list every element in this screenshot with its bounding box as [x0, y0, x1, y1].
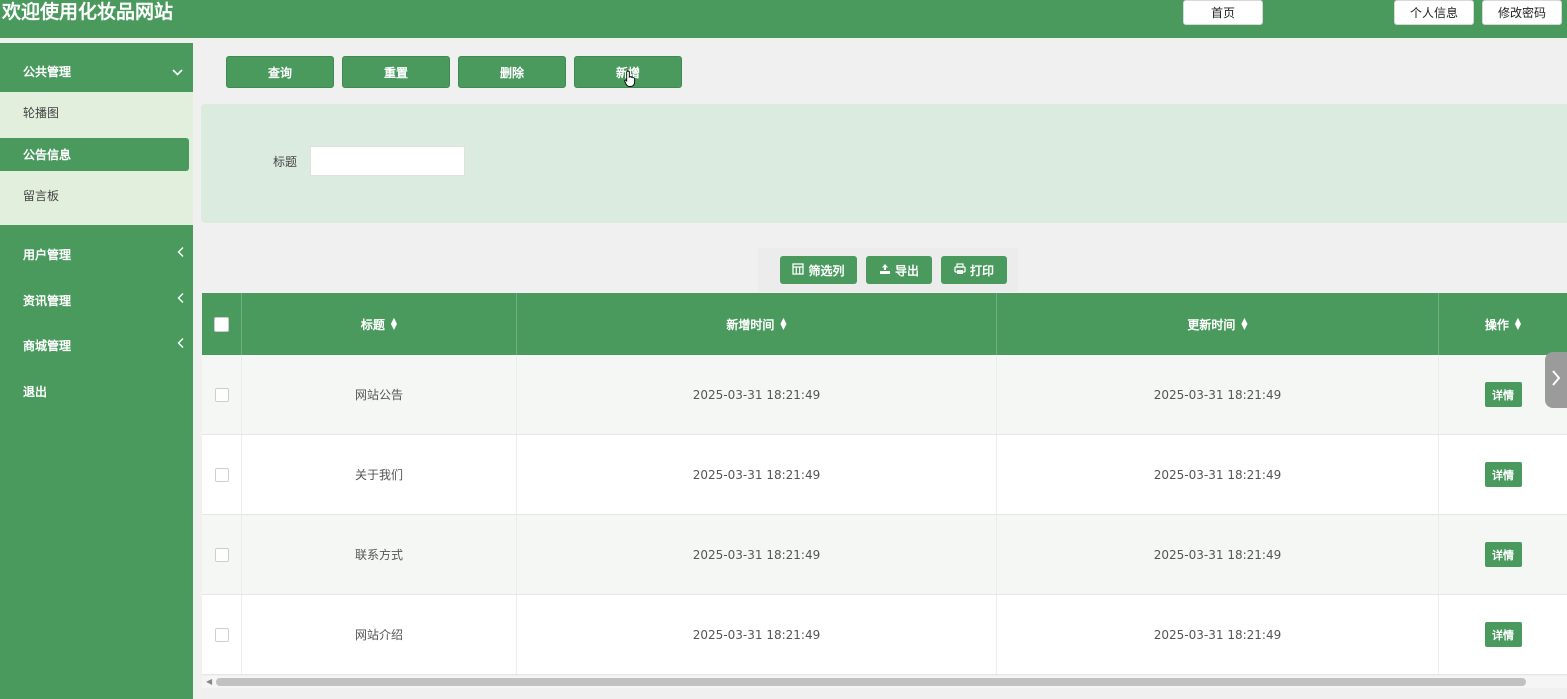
chevron-left-icon [177, 338, 184, 353]
sidebar-item-users[interactable]: 用户管理 [0, 234, 193, 274]
row-select-cell [202, 595, 242, 674]
sidebar-item-carousel[interactable]: 轮播图 [0, 96, 189, 129]
row-select-cell [202, 355, 242, 434]
sort-icon: ▲ ▼ [390, 316, 398, 331]
column-header-title[interactable]: 标题 ▲ ▼ [242, 293, 517, 355]
sidebar-item-label: 退出 [23, 384, 48, 399]
print-icon [954, 262, 966, 278]
change-password-button[interactable]: 修改密码 [1482, 0, 1562, 25]
query-button[interactable]: 查询 [226, 56, 334, 88]
filter-columns-label: 筛选列 [808, 263, 845, 278]
sidebar-group-public[interactable]: 公共管理 [0, 47, 193, 96]
sort-icon: ▲ ▼ [780, 316, 787, 331]
row-checkbox[interactable] [214, 387, 229, 402]
reset-button[interactable]: 重置 [342, 56, 450, 88]
row-select-cell [202, 515, 242, 594]
row-action-cell: 详情 [1439, 515, 1567, 594]
sidebar-item-news[interactable]: 资讯管理 [0, 280, 193, 320]
sidebar-item-label: 资讯管理 [23, 293, 72, 308]
horizontal-scrollbar[interactable]: ◀ [202, 676, 1567, 688]
row-updated: 2025-03-31 18:21:49 [997, 435, 1439, 514]
table-row: 网站介绍 2025-03-31 18:21:49 2025-03-31 18:2… [202, 595, 1567, 675]
chevron-left-icon [177, 293, 184, 308]
column-header-action[interactable]: 操作 ▲ ▼ [1439, 293, 1567, 355]
home-button[interactable]: 首页 [1183, 0, 1263, 25]
row-updated: 2025-03-31 18:21:49 [997, 355, 1439, 434]
row-action-cell: 详情 [1439, 595, 1567, 674]
title-search-label: 标题 [273, 155, 298, 169]
sidebar-item-label: 用户管理 [23, 247, 72, 262]
row-title: 网站介绍 [242, 595, 517, 674]
sidebar-item-announcements[interactable]: 公告信息 [0, 138, 189, 171]
print-button[interactable]: 打印 [941, 256, 1007, 284]
row-created: 2025-03-31 18:21:49 [517, 595, 997, 674]
sidebar-item-logout[interactable]: 退出 [0, 371, 193, 411]
print-label: 打印 [969, 263, 994, 278]
scroll-left-icon[interactable]: ◀ [206, 676, 212, 688]
top-header: 欢迎使用化妆品网站 首页 个人信息 修改密码 [0, 0, 1567, 38]
row-title: 关于我们 [242, 435, 517, 514]
export-label: 导出 [894, 263, 919, 278]
row-title: 联系方式 [242, 515, 517, 594]
select-all-checkbox[interactable] [214, 316, 229, 332]
sort-icon: ▲ ▼ [1514, 316, 1522, 331]
sidebar-item-message-board[interactable]: 留言板 [0, 179, 189, 212]
sidebar-submenu: 轮播图 公告信息 留言板 [0, 92, 193, 225]
scrollbar-thumb[interactable] [216, 678, 1526, 686]
row-updated: 2025-03-31 18:21:49 [997, 515, 1439, 594]
sidebar: 公共管理 轮播图 公告信息 留言板 用户管理 资讯管理 商城管理 退出 [0, 43, 193, 699]
row-created: 2025-03-31 18:21:49 [517, 435, 997, 514]
row-select-cell [202, 435, 242, 514]
row-created: 2025-03-31 18:21:49 [517, 355, 997, 434]
site-title: 欢迎使用化妆品网站 [2, 1, 174, 23]
sidebar-item-label: 商城管理 [23, 338, 72, 353]
sort-icon: ▲ ▼ [1241, 316, 1248, 331]
row-created: 2025-03-31 18:21:49 [517, 515, 997, 594]
search-panel: 标题 [201, 104, 1567, 223]
export-button[interactable]: 导出 [866, 256, 932, 284]
table-header: 标题 ▲ ▼ 新增时间 ▲ ▼ 更新时间 ▲ ▼ 操作 ▲ ▼ [202, 293, 1567, 355]
column-header-label: 新增时间 [726, 317, 775, 332]
profile-button[interactable]: 个人信息 [1394, 0, 1474, 25]
column-header-updated[interactable]: 更新时间 ▲ ▼ [997, 293, 1439, 355]
chevron-left-icon [177, 247, 184, 262]
detail-button[interactable]: 详情 [1484, 382, 1522, 407]
row-checkbox[interactable] [214, 627, 229, 642]
chevron-right-icon [1551, 369, 1561, 392]
column-header-label: 操作 [1484, 317, 1509, 332]
select-all-cell [202, 293, 242, 355]
row-title: 网站公告 [242, 355, 517, 434]
sidebar-item-mall[interactable]: 商城管理 [0, 325, 193, 365]
filter-icon [792, 262, 805, 278]
column-header-label: 标题 [360, 317, 385, 332]
row-action-cell: 详情 [1439, 435, 1567, 514]
detail-button[interactable]: 详情 [1484, 622, 1522, 647]
table-row: 网站公告 2025-03-31 18:21:49 2025-03-31 18:2… [202, 355, 1567, 435]
row-checkbox[interactable] [214, 547, 229, 562]
title-search-input[interactable] [310, 146, 465, 176]
sidebar-group-label: 公共管理 [23, 65, 72, 79]
expand-panel-tab[interactable] [1545, 352, 1567, 408]
table-row: 关于我们 2025-03-31 18:21:49 2025-03-31 18:2… [202, 435, 1567, 515]
filter-columns-button[interactable]: 筛选列 [780, 256, 857, 284]
chevron-down-icon [172, 65, 183, 79]
table-row: 联系方式 2025-03-31 18:21:49 2025-03-31 18:2… [202, 515, 1567, 595]
detail-button[interactable]: 详情 [1484, 462, 1522, 487]
row-checkbox[interactable] [214, 467, 229, 482]
column-header-created[interactable]: 新增时间 ▲ ▼ [517, 293, 997, 355]
export-icon [879, 263, 891, 278]
row-updated: 2025-03-31 18:21:49 [997, 595, 1439, 674]
delete-button[interactable]: 删除 [458, 56, 566, 88]
column-header-label: 更新时间 [1187, 317, 1236, 332]
hand-cursor-icon [624, 70, 636, 88]
detail-button[interactable]: 详情 [1484, 542, 1522, 567]
